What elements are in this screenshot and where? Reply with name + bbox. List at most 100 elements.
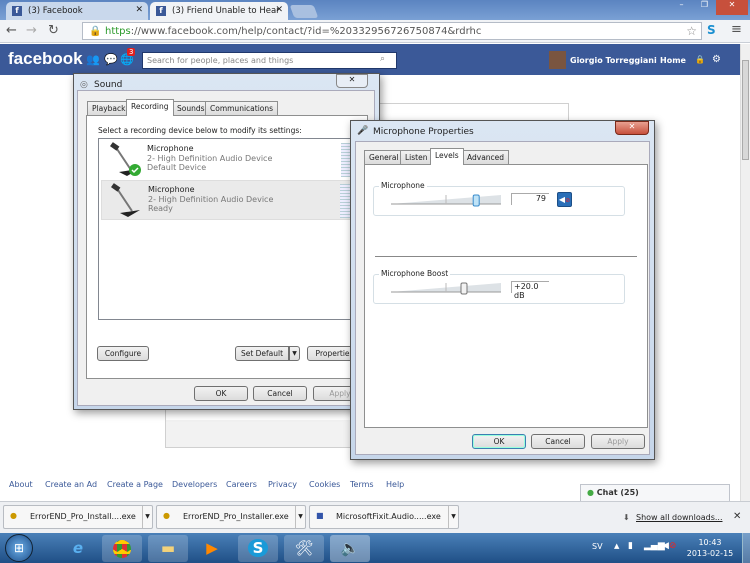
apply-button[interactable]: Apply xyxy=(591,434,645,449)
tools-icon[interactable]: 🛠 xyxy=(284,535,324,562)
close-tab-icon[interactable]: ✕ xyxy=(135,5,143,15)
set-default-dropdown[interactable]: ▼ xyxy=(289,346,300,361)
new-tab-button[interactable] xyxy=(289,5,319,18)
download-menu-arrow[interactable]: ▼ xyxy=(142,506,152,528)
tab-general[interactable]: General xyxy=(364,150,404,164)
user-name-link[interactable]: Giorgio Torreggiani xyxy=(570,56,657,65)
microphone-volume-slider[interactable] xyxy=(391,193,501,207)
home-link[interactable]: Home xyxy=(660,56,686,65)
skype-extension-icon[interactable]: S xyxy=(707,23,716,37)
close-button[interactable]: ✕ xyxy=(336,74,368,88)
facebook-logo[interactable]: facebook xyxy=(8,49,83,69)
facebook-favicon-icon: f xyxy=(12,6,22,16)
device-item-selected[interactable]: Microphone 2- High Definition Audio Devi… xyxy=(101,180,353,220)
url-scheme: https xyxy=(105,26,131,37)
configure-button[interactable]: Configure xyxy=(97,346,149,361)
microphone-boost-slider[interactable] xyxy=(391,281,501,295)
forward-button[interactable]: → xyxy=(26,23,37,38)
show-desktop-button[interactable] xyxy=(742,533,750,563)
close-tab-icon[interactable]: ✕ xyxy=(275,5,283,15)
chat-sidebar-tab[interactable]: ● Chat (25) xyxy=(580,484,730,502)
tab-levels[interactable]: Levels xyxy=(430,148,464,165)
download-menu-arrow[interactable]: ▼ xyxy=(448,506,458,528)
tab-playback[interactable]: Playback xyxy=(87,101,131,115)
cancel-button[interactable]: Cancel xyxy=(531,434,585,449)
ok-button[interactable]: OK xyxy=(194,386,248,401)
footer-link-developers[interactable]: Developers xyxy=(172,480,217,489)
device-item-default[interactable]: Microphone 2- High Definition Audio Devi… xyxy=(101,140,353,180)
clock[interactable]: 10:43 2013-02-15 xyxy=(682,537,738,559)
tab-advanced[interactable]: Advanced xyxy=(462,150,510,164)
start-button[interactable]: ⊞ xyxy=(5,534,33,562)
download-item[interactable]: ● ErrorEND_Pro_Installer.exe ▼ xyxy=(156,505,306,529)
boost-value[interactable]: +20.0 dB xyxy=(511,281,549,300)
cancel-button[interactable]: Cancel xyxy=(253,386,307,401)
power-icon[interactable]: ▮ xyxy=(628,541,633,551)
back-button[interactable]: ← xyxy=(6,23,17,38)
window-controls: – ❐ ✕ xyxy=(670,0,748,15)
footer-link-create-ad[interactable]: Create an Ad xyxy=(45,480,97,489)
internet-explorer-icon[interactable]: e xyxy=(58,535,98,562)
dialog-title: Sound xyxy=(94,80,123,90)
show-all-downloads-link[interactable]: Show all downloads... xyxy=(636,513,723,522)
footer-link-cookies[interactable]: Cookies xyxy=(309,480,340,489)
dialog-title: Microphone Properties xyxy=(373,127,474,137)
tab-communications[interactable]: Communications xyxy=(205,101,279,115)
explorer-folder-icon[interactable]: ▬ xyxy=(148,535,188,562)
device-name: Microphone xyxy=(147,144,194,153)
footer-link-terms[interactable]: Terms xyxy=(350,480,374,489)
reload-button[interactable]: ↻ xyxy=(48,23,59,38)
show-hidden-icons[interactable]: ▲ xyxy=(614,542,619,550)
download-item[interactable]: ■ MicrosoftFixit.Audio.....exe ▼ xyxy=(309,505,459,529)
chrome-icon[interactable] xyxy=(102,535,142,562)
set-default-button[interactable]: Set Default xyxy=(235,346,289,361)
tab-sounds[interactable]: Sounds xyxy=(172,101,210,115)
search-icon[interactable]: ⌕ xyxy=(380,54,385,64)
privacy-shortcuts-icon[interactable]: 🔒 xyxy=(695,55,705,64)
maximize-button[interactable]: ❐ xyxy=(693,0,716,15)
device-driver: 2- High Definition Audio Device xyxy=(148,194,274,204)
device-driver: 2- High Definition Audio Device xyxy=(147,153,273,163)
close-button[interactable]: ✕ xyxy=(615,121,649,135)
friend-requests-icon[interactable]: 👥 xyxy=(86,53,100,66)
minimize-button[interactable]: – xyxy=(670,0,693,15)
messages-icon[interactable]: 💬 xyxy=(104,53,118,66)
footer-link-about[interactable]: About xyxy=(9,480,33,489)
page-scrollbar[interactable] xyxy=(740,44,750,504)
media-player-icon[interactable]: ▶ xyxy=(192,535,232,562)
address-bar[interactable]: 🔒 https://www.facebook.com/help/contact/… xyxy=(82,22,702,40)
download-filename: ErrorEND_Pro_Install....exe xyxy=(30,512,136,521)
tab-label: (3) Facebook xyxy=(28,6,83,16)
tab-label: (3) Friend Unable to Hear xyxy=(172,6,280,16)
download-menu-arrow[interactable]: ▼ xyxy=(295,506,305,528)
device-list[interactable]: Microphone 2- High Definition Audio Devi… xyxy=(98,138,360,320)
microphone-level-value[interactable]: 79 xyxy=(511,193,549,205)
settings-gear-icon[interactable]: ⚙ xyxy=(712,54,721,65)
ok-button[interactable]: OK xyxy=(472,434,526,449)
mute-toggle-icon[interactable]: ◀⊘ xyxy=(557,192,572,207)
date: 2013-02-15 xyxy=(686,549,734,558)
tab-listen[interactable]: Listen xyxy=(400,150,433,164)
download-filename: ErrorEND_Pro_Installer.exe xyxy=(183,512,289,521)
avatar[interactable] xyxy=(549,51,566,69)
close-window-button[interactable]: ✕ xyxy=(715,0,748,15)
menu-icon[interactable]: ≡ xyxy=(731,22,742,37)
tab-recording[interactable]: Recording xyxy=(126,99,174,116)
search-input[interactable]: Search for people, places and things xyxy=(142,52,397,69)
tab-facebook[interactable]: f (3) Facebook ✕ xyxy=(6,2,148,20)
footer-link-create-page[interactable]: Create a Page xyxy=(107,480,163,489)
bookmark-star-icon[interactable]: ☆ xyxy=(686,24,697,38)
language-indicator[interactable]: SV xyxy=(592,542,603,551)
tab-friend-unable-to-hear[interactable]: f (3) Friend Unable to Hear ✕ xyxy=(150,2,288,20)
slider-thumb[interactable] xyxy=(460,282,468,295)
skype-icon[interactable]: S xyxy=(238,535,278,562)
download-arrow-icon: ⬇ xyxy=(623,513,630,522)
footer-link-help[interactable]: Help xyxy=(386,480,404,489)
close-downloads-bar-icon[interactable]: ✕ xyxy=(733,511,741,522)
footer-link-privacy[interactable]: Privacy xyxy=(268,480,297,489)
download-item[interactable]: ● ErrorEND_Pro_Install....exe ▼ xyxy=(3,505,153,529)
volume-muted-icon[interactable]: ◀⊘ xyxy=(662,541,676,551)
footer-link-careers[interactable]: Careers xyxy=(226,480,257,489)
sound-control-panel-icon[interactable]: 🔈 xyxy=(330,535,370,562)
slider-thumb[interactable] xyxy=(472,194,480,207)
